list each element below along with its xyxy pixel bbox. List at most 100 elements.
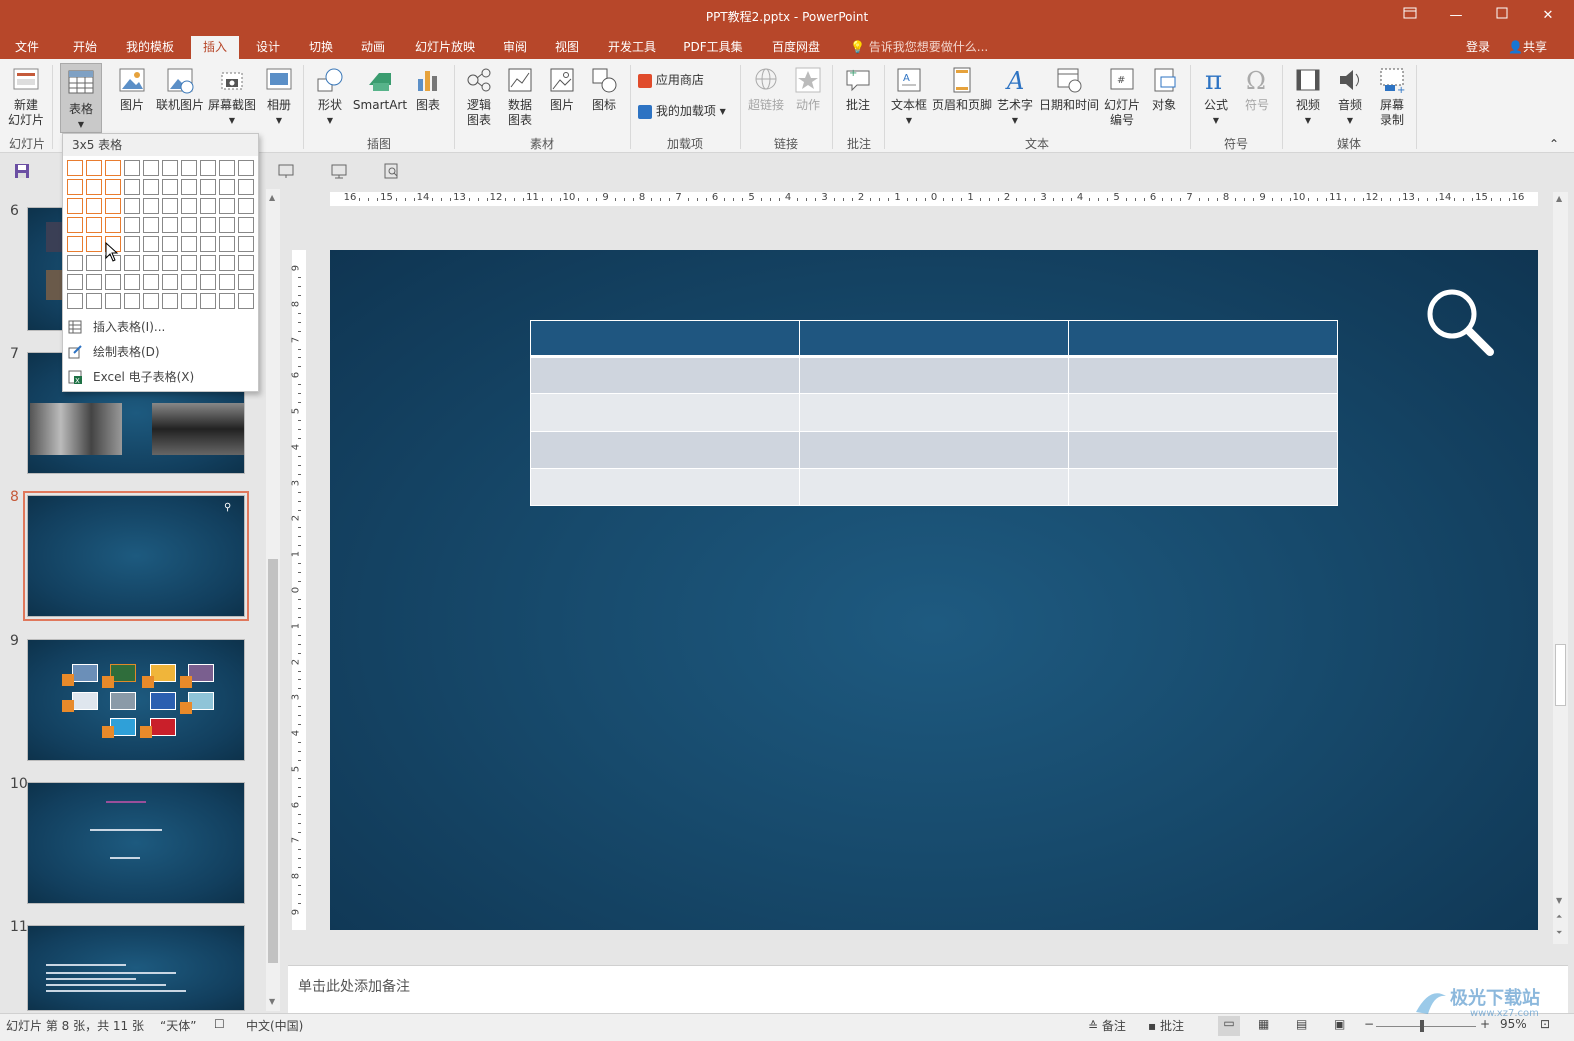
table-grid-cell[interactable]: [181, 217, 197, 233]
table-grid-cell[interactable]: [105, 179, 121, 195]
wordart-button[interactable]: A 艺术字 ▼: [995, 65, 1035, 128]
table-grid-cell[interactable]: [86, 255, 102, 271]
table-grid-cell[interactable]: [181, 160, 197, 176]
table-grid-cell[interactable]: [143, 198, 159, 214]
save-icon[interactable]: [14, 163, 30, 182]
table-grid-cell[interactable]: [238, 293, 254, 309]
tab-file[interactable]: 文件: [6, 36, 48, 59]
scroll-up-icon[interactable]: ▲: [1556, 194, 1562, 203]
slide-thumbnail[interactable]: [27, 925, 245, 1011]
table-cell[interactable]: [530, 319, 800, 359]
hyperlink-button[interactable]: 超链接: [746, 65, 786, 113]
table-grid-cell[interactable]: [162, 198, 178, 214]
table-grid-cell[interactable]: [200, 160, 216, 176]
table-grid-cell[interactable]: [238, 179, 254, 195]
table-grid-cell[interactable]: [143, 274, 159, 290]
table-grid-cell[interactable]: [200, 293, 216, 309]
tab-my-templates[interactable]: 我的模板: [118, 36, 182, 59]
table-grid-cell[interactable]: [124, 179, 140, 195]
audio-button[interactable]: 音频 ▼: [1331, 65, 1369, 128]
comments-toggle-button[interactable]: ▪ 批注: [1148, 1017, 1184, 1034]
tab-view[interactable]: 视图: [546, 36, 588, 59]
table-grid-cell[interactable]: [238, 236, 254, 252]
table-grid-cell[interactable]: [105, 293, 121, 309]
table-grid-cell[interactable]: [181, 179, 197, 195]
scrollbar-thumb[interactable]: [268, 559, 278, 963]
slide-thumbnail[interactable]: [27, 782, 245, 904]
table-grid-cell[interactable]: [162, 236, 178, 252]
table-grid-cell[interactable]: [124, 198, 140, 214]
album-button[interactable]: 相册 ▼: [260, 65, 298, 128]
table-grid-cell[interactable]: [219, 274, 235, 290]
table-grid-cell[interactable]: [219, 255, 235, 271]
table-cell[interactable]: [530, 393, 800, 432]
scroll-up-icon[interactable]: ▲: [269, 193, 275, 202]
table-grid-cell[interactable]: [200, 179, 216, 195]
collapse-ribbon-button[interactable]: ⌃: [1546, 137, 1562, 152]
table-grid-cell[interactable]: [181, 274, 197, 290]
chart-button[interactable]: 图表: [410, 65, 446, 113]
spell-check-icon[interactable]: ☐: [214, 1017, 225, 1031]
table-grid-cell[interactable]: [219, 179, 235, 195]
insert-table-menu-item[interactable]: 插入表格(I)...: [63, 315, 258, 339]
slideshow-from-start-icon[interactable]: [277, 163, 295, 182]
table-grid-cell[interactable]: [124, 236, 140, 252]
excel-spreadsheet-menu-item[interactable]: X Excel 电子表格(X): [63, 365, 258, 389]
slide-number-button[interactable]: # 幻灯片 编号: [1102, 65, 1142, 128]
minimize-button[interactable]: —: [1436, 4, 1476, 28]
comment-button[interactable]: + 批注: [838, 65, 878, 113]
table-cell[interactable]: [799, 356, 1069, 395]
table-grid-cell[interactable]: [67, 179, 83, 195]
table-grid-cell[interactable]: [105, 198, 121, 214]
table-cell[interactable]: [530, 467, 800, 507]
language-status[interactable]: 中文(中国): [246, 1017, 303, 1034]
slide-table[interactable]: [530, 319, 1338, 507]
table-grid-cell[interactable]: [86, 274, 102, 290]
shapes-button[interactable]: 形状 ▼: [310, 65, 350, 128]
slide-canvas[interactable]: [330, 250, 1538, 930]
table-cell[interactable]: [1068, 430, 1338, 469]
table-grid-cell[interactable]: [124, 217, 140, 233]
table-grid-cell[interactable]: [143, 217, 159, 233]
notes-pane[interactable]: 单击此处添加备注: [288, 965, 1568, 1013]
datetime-button[interactable]: 日期和时间: [1037, 65, 1101, 113]
table-cell[interactable]: [1068, 356, 1338, 395]
video-button[interactable]: 视频 ▼: [1289, 65, 1327, 128]
table-grid-cell[interactable]: [181, 255, 197, 271]
table-grid-cell[interactable]: [124, 274, 140, 290]
scroll-down-icon[interactable]: ▼: [269, 997, 275, 1006]
tab-animations[interactable]: 动画: [352, 36, 394, 59]
table-grid-cell[interactable]: [143, 255, 159, 271]
table-cell[interactable]: [799, 319, 1069, 359]
table-grid-cell[interactable]: [200, 198, 216, 214]
tab-pdf-tools[interactable]: PDF工具集: [676, 36, 750, 59]
table-grid-cell[interactable]: [124, 293, 140, 309]
draw-table-menu-item[interactable]: 绘制表格(D): [63, 340, 258, 364]
ribbon-display-options-button[interactable]: [1390, 4, 1430, 28]
table-grid-cell[interactable]: [105, 274, 121, 290]
table-grid-cell[interactable]: [238, 217, 254, 233]
table-cell[interactable]: [1068, 393, 1338, 432]
table-grid-cell[interactable]: [200, 274, 216, 290]
object-button[interactable]: 对象: [1144, 65, 1184, 113]
tab-slideshow[interactable]: 幻灯片放映: [408, 36, 482, 59]
table-grid-cell[interactable]: [86, 217, 102, 233]
table-grid-cell[interactable]: [143, 179, 159, 195]
close-button[interactable]: ✕: [1528, 4, 1568, 28]
scroll-down-icon[interactable]: ▼: [1556, 896, 1562, 905]
picture-button[interactable]: 图片: [112, 65, 152, 113]
table-grid-cell[interactable]: [67, 160, 83, 176]
table-grid-cell[interactable]: [143, 236, 159, 252]
table-cell[interactable]: [1068, 467, 1338, 507]
my-addins-button[interactable]: 我的加载项 ▼: [638, 104, 738, 119]
new-slide-button[interactable]: 新建 幻灯片: [3, 65, 49, 128]
present-icon[interactable]: [330, 163, 348, 182]
table-grid-cell[interactable]: [162, 160, 178, 176]
slide-thumbnail[interactable]: [27, 639, 245, 761]
previous-slide-icon[interactable]: ⏶: [1556, 912, 1562, 922]
slide-thumbnail-selected[interactable]: ⚲: [23, 491, 249, 621]
material-picture-button[interactable]: 图片: [543, 65, 581, 113]
table-grid-cell[interactable]: [181, 198, 197, 214]
table-cell[interactable]: [1068, 319, 1338, 359]
textbox-button[interactable]: A 文本框 ▼: [888, 65, 930, 128]
